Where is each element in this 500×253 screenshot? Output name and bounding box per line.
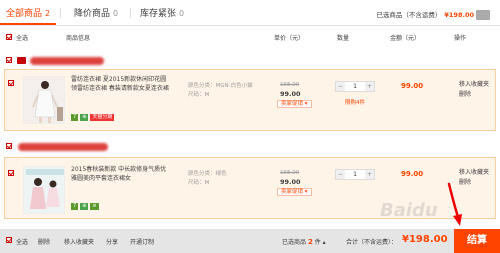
tab-low-stock-count: 0 [179,9,185,18]
total-price: ¥198.00 [402,234,448,245]
tab-all-items[interactable]: 全部商品 2 [6,6,50,19]
guarantee-badge[interactable]: ⊕ [80,114,89,121]
quantity-input[interactable]: 1 [345,82,365,91]
watermark: Baidu [380,200,438,221]
tab-price-drop[interactable]: 降价商品 0 [74,6,118,19]
tab-low-stock-label: 库存紧张 [140,9,177,19]
seller-promo-dropdown[interactable]: 卖家促销 ▾ [277,188,312,196]
item-checkbox[interactable] [8,80,14,86]
item-title[interactable]: 2015春秋装新款 中长款修身气质优雅圆美肉平套连衣裙女 [71,166,171,183]
selected-count: 2 [307,238,313,246]
tab-low-stock[interactable]: 库存紧张 0 [140,6,184,19]
original-price: 168.00 [280,82,300,88]
tab-all-label: 全部商品 [6,9,43,19]
unit-price: 99.00 [280,90,301,98]
selected-summary: 已选商品（不含运费） ¥198.00 [376,9,490,20]
item-thumbnail[interactable] [23,76,65,124]
header-amount: 金额（元） [390,35,421,42]
open-section-link[interactable]: 开通订制 [130,237,154,246]
checkout-bar: 全选 删除 移入收藏夹 分享 开通订制 已选商品 2 件 ▴ 合计（不含运费）：… [0,229,500,253]
dress-image-icon [24,77,64,123]
table-header: 全选 商品信息 单价（元） 数量 金额（元） 操作 [0,30,500,44]
dress-image-icon [24,167,64,213]
shop-name-redacted[interactable] [18,143,108,151]
quantity-input[interactable]: 1 [345,170,365,179]
increase-button[interactable]: + [365,82,374,91]
item-ops: 移入收藏夹 删除 [459,80,489,100]
increase-button[interactable]: + [365,170,374,179]
guarantee-badge[interactable]: ⊕ [80,203,89,210]
item-amount: 99.00 [401,170,424,178]
decrease-button[interactable]: − [336,82,345,91]
header-unit-price: 单价（元） [274,35,305,42]
header-ops: 操作 [454,35,467,42]
item-title[interactable]: 雷纺连衣裙 夏2015新款休闲印花圆领雷纺连衣裙 春装请新款女夏连衣裙 [71,76,171,93]
share-link[interactable]: 分享 [106,237,118,246]
cart-item: 雷纺连衣裙 夏2015新款休闲印花圆领雷纺连衣裙 春装请新款女夏连衣裙 7 ⊕ … [4,69,496,131]
selected-summary-price: ¥198.00 [444,11,474,19]
shop-name-redacted[interactable] [30,57,104,65]
item-amount: 99.00 [401,82,424,90]
sku-size: 尺码：M [188,180,210,186]
seven-day-return-badge[interactable]: 7 [71,203,79,210]
original-price: 168.00 [280,170,300,176]
service-badges: 7 ⊕ 天猫分期 [71,114,115,121]
service-badges: 7 ⊕ ≡ [71,203,99,210]
cart-tabs: 全部商品 2 降价商品 0 库存紧张 0 已选商品（不含运费） ¥198.00 [0,0,500,26]
sku-size: 尺码：M [188,92,210,98]
header-info: 商品信息 [66,35,91,42]
seven-day-return-badge[interactable]: 7 [71,114,79,121]
quantity-stepper[interactable]: − 1 + [335,169,375,180]
selected-unit: 件 [314,239,321,246]
summary-settle-button[interactable] [476,10,490,20]
sku-color: 颜色分类：绿色 [188,171,227,177]
shop-row [0,140,500,154]
item-checkbox[interactable] [8,170,14,176]
installment-badge[interactable]: 天猫分期 [90,114,115,121]
tab-divider [130,8,131,18]
decrease-button[interactable]: − [336,170,345,179]
selected-summary-label: 已选商品（不含运费） [376,11,442,19]
total-label: 合计（不含运费）： [346,239,398,246]
shop-checkbox[interactable] [6,143,12,149]
select-all-checkbox[interactable] [6,34,12,40]
move-to-favorites-link[interactable]: 移入收藏夹 [459,168,489,178]
bulk-delete-link[interactable]: 删除 [38,237,50,246]
move-to-favorites-link[interactable]: 移入收藏夹 [459,80,489,90]
shop-icon [17,57,26,64]
tab-divider [60,8,61,18]
quantity-stepper[interactable]: − 1 + [335,81,375,92]
delete-link[interactable]: 删除 [459,90,489,100]
tab-price-drop-label: 降价商品 [74,9,111,19]
seller-promo-label: 卖家促销 [281,101,304,107]
selected-count-label: 已选商品 2 件 ▴ [282,238,326,246]
bulk-favorite-link[interactable]: 移入收藏夹 [64,237,94,246]
purchase-limit: 限购4件 [345,100,365,106]
tab-price-drop-count: 0 [113,9,119,18]
select-all-label: 全选 [16,35,29,42]
checkout-button[interactable]: 结算 [454,229,500,253]
seller-promo-dropdown[interactable]: 卖家促销 ▾ [277,100,312,108]
sku-color: 颜色分类：MGN-白色小猫 [188,83,253,89]
selected-label-text: 已选商品 [282,239,307,246]
unit-price: 99.00 [280,178,301,186]
service-badge[interactable]: ≡ [90,203,99,210]
arrow-annotation-icon [447,182,462,226]
select-all-checkbox-bottom[interactable] [6,237,12,243]
shop-row [0,54,500,68]
tab-active-underline [0,23,56,25]
seller-promo-label: 卖家促销 [281,189,304,195]
item-thumbnail[interactable] [23,166,65,214]
header-quantity: 数量 [337,35,350,42]
shop-checkbox[interactable] [6,57,12,63]
tab-all-count: 2 [45,9,51,18]
bottom-select-all-label[interactable]: 全选 [16,237,28,246]
